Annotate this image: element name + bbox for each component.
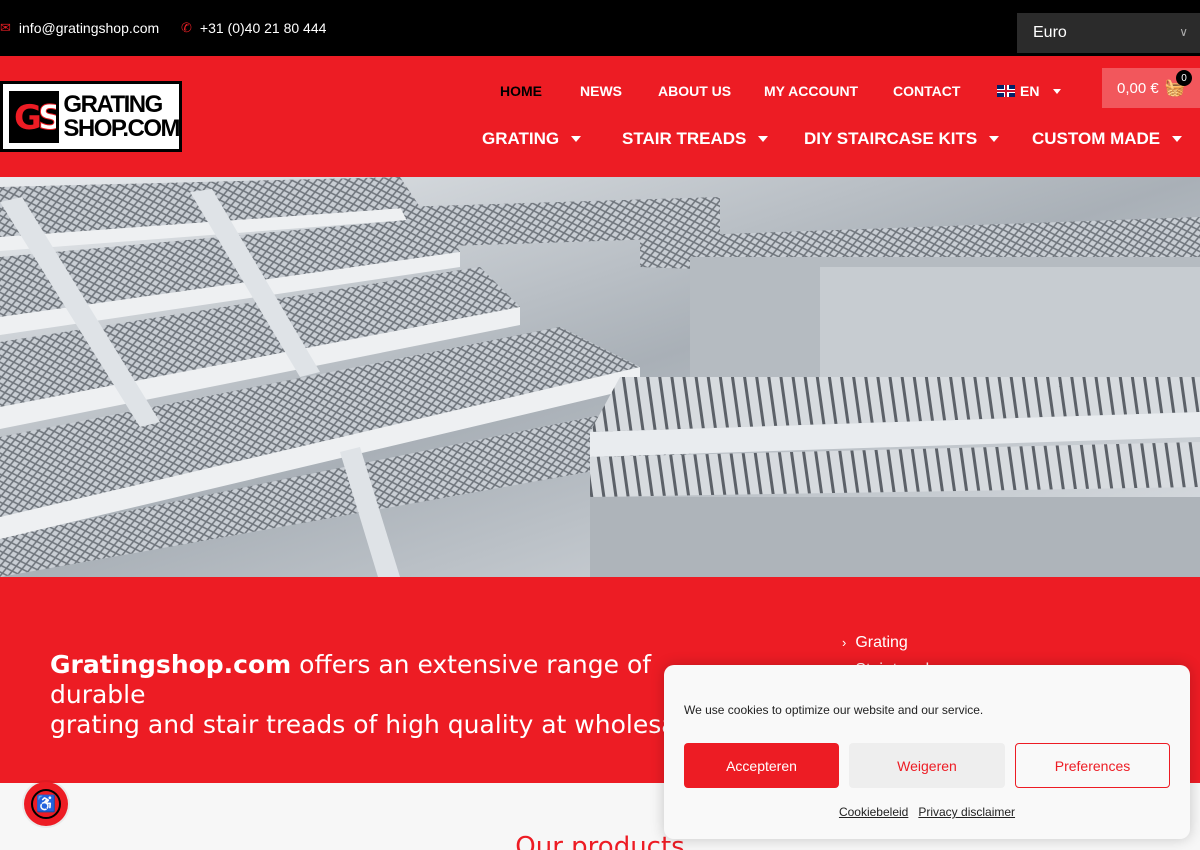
logo-mark: GS [9, 90, 60, 143]
email-link[interactable]: ✉ info@gratingshop.com [0, 0, 159, 56]
phone-link[interactable]: ✆ +31 (0)40 21 80 444 [181, 0, 326, 56]
cookie-policy-link[interactable]: Cookiebeleid [839, 805, 908, 819]
caret-down-icon [571, 136, 582, 142]
uk-flag-icon [997, 85, 1015, 97]
cart-total: 0,00 € [1117, 79, 1159, 97]
currency-value: Euro [1033, 24, 1067, 41]
chevron-right-icon: › [842, 635, 847, 650]
nav-custom-made[interactable]: CUSTOM MADE [1032, 128, 1183, 150]
caret-down-icon [1053, 88, 1062, 94]
brand-name: Gratingshop.com [50, 650, 292, 679]
accept-cookies-button[interactable]: Accepteren [684, 743, 839, 788]
hero-grating-illustration [0, 177, 1200, 577]
cookie-message: We use cookies to optimize our website a… [684, 703, 984, 717]
nav-diy-staircase-kits[interactable]: DIY STAIRCASE KITS [804, 128, 1000, 150]
top-bar: ✉ info@gratingshop.com ✆ +31 (0)40 21 80… [0, 0, 1200, 56]
site-header: GS GRATING SHOP.COM HOME NEWS ABOUT US M… [0, 56, 1200, 177]
intro-text: Gratingshop.com offers an extensive rang… [50, 650, 699, 739]
cookie-consent-banner: We use cookies to optimize our website a… [664, 665, 1190, 839]
envelope-icon: ✉ [0, 20, 11, 35]
nav-stair-treads[interactable]: STAIR TREADS [622, 128, 769, 150]
caret-down-icon [1172, 136, 1183, 142]
caret-down-icon [758, 136, 769, 142]
email-text: info@gratingshop.com [18, 20, 160, 36]
deny-cookies-button[interactable]: Weigeren [849, 743, 1005, 788]
cart-count-badge: 0 [1176, 70, 1192, 86]
logo-wordmark: GRATING SHOP.COM [63, 90, 180, 142]
language-label: EN [1020, 83, 1040, 99]
language-switcher[interactable]: EN [997, 83, 1062, 99]
caret-down-icon [989, 136, 1000, 142]
chevron-down-icon: ∨ [1179, 25, 1188, 39]
phone-icon: ✆ [181, 20, 192, 35]
cookie-preferences-button[interactable]: Preferences [1015, 743, 1170, 788]
cookie-links: Cookiebeleid Privacy disclaimer [664, 805, 1190, 819]
nav-news[interactable]: NEWS [580, 83, 622, 101]
phone-text: +31 (0)40 21 80 444 [199, 20, 327, 36]
site-logo[interactable]: GS GRATING SHOP.COM [0, 81, 182, 152]
nav-home[interactable]: HOME [500, 83, 542, 101]
currency-select[interactable]: Euro ∨ [1017, 13, 1200, 53]
nav-contact[interactable]: CONTACT [893, 83, 960, 101]
category-link-grating[interactable]: › Grating [842, 629, 937, 656]
accessibility-icon: ♿ [31, 789, 61, 819]
hero-image [0, 177, 1200, 577]
nav-my-account[interactable]: MY ACCOUNT [764, 83, 858, 101]
nav-about-us[interactable]: ABOUT US [658, 83, 731, 101]
privacy-disclaimer-link[interactable]: Privacy disclaimer [918, 805, 1015, 819]
accessibility-button[interactable]: ♿ [24, 782, 68, 826]
cart-button[interactable]: 0,00 € 🧺 0 [1102, 68, 1200, 108]
nav-grating[interactable]: GRATING [482, 128, 582, 150]
